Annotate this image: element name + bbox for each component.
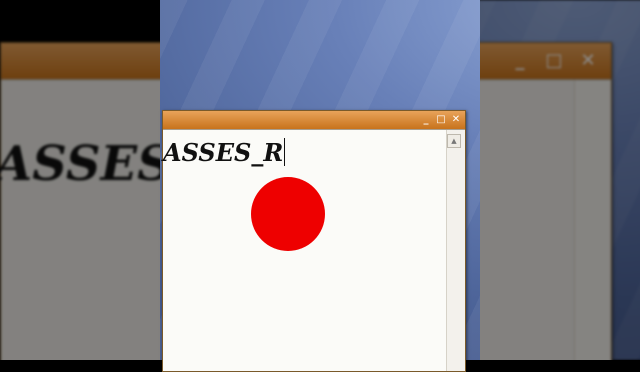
close-icon: ✕ xyxy=(580,50,596,71)
editor-line: ASSES_R xyxy=(163,138,286,167)
background-window-content: ASSES xyxy=(0,79,160,360)
background-right-panel: _ □ ✕ xyxy=(480,0,640,360)
background-left-panel: _ □ ✕ ASSES xyxy=(0,0,160,360)
minimize-button[interactable]: _ xyxy=(421,115,431,125)
editor-line-text: ASSES_R xyxy=(163,138,284,167)
maximize-icon: □ xyxy=(545,50,563,71)
background-window-right: _ □ ✕ xyxy=(480,42,612,360)
editor-window[interactable]: _ □ ✕ ASSES_R ▲ xyxy=(162,110,466,372)
editor-window-titlebar[interactable]: _ □ ✕ xyxy=(163,111,465,129)
minimize-icon: _ xyxy=(515,50,525,71)
background-window-content-right xyxy=(480,79,611,360)
background-window-view-right: _ □ ✕ xyxy=(480,0,640,360)
editor-text-area[interactable]: ASSES_R ▲ xyxy=(163,129,465,371)
background-window-titlebar-right: _ □ ✕ xyxy=(480,43,611,79)
vertical-scrollbar[interactable]: ▲ xyxy=(446,130,465,371)
scroll-up-button[interactable]: ▲ xyxy=(447,134,461,148)
background-editor-text: ASSES xyxy=(0,136,160,192)
background-window-view: _ □ ✕ ASSES xyxy=(0,0,160,360)
close-button[interactable]: ✕ xyxy=(451,115,461,125)
text-caret xyxy=(284,138,286,166)
maximize-button[interactable]: □ xyxy=(436,115,446,125)
background-window-titlebar: _ □ ✕ xyxy=(1,43,160,79)
background-scrollbar xyxy=(574,80,611,360)
background-window: _ □ ✕ ASSES xyxy=(0,42,160,360)
